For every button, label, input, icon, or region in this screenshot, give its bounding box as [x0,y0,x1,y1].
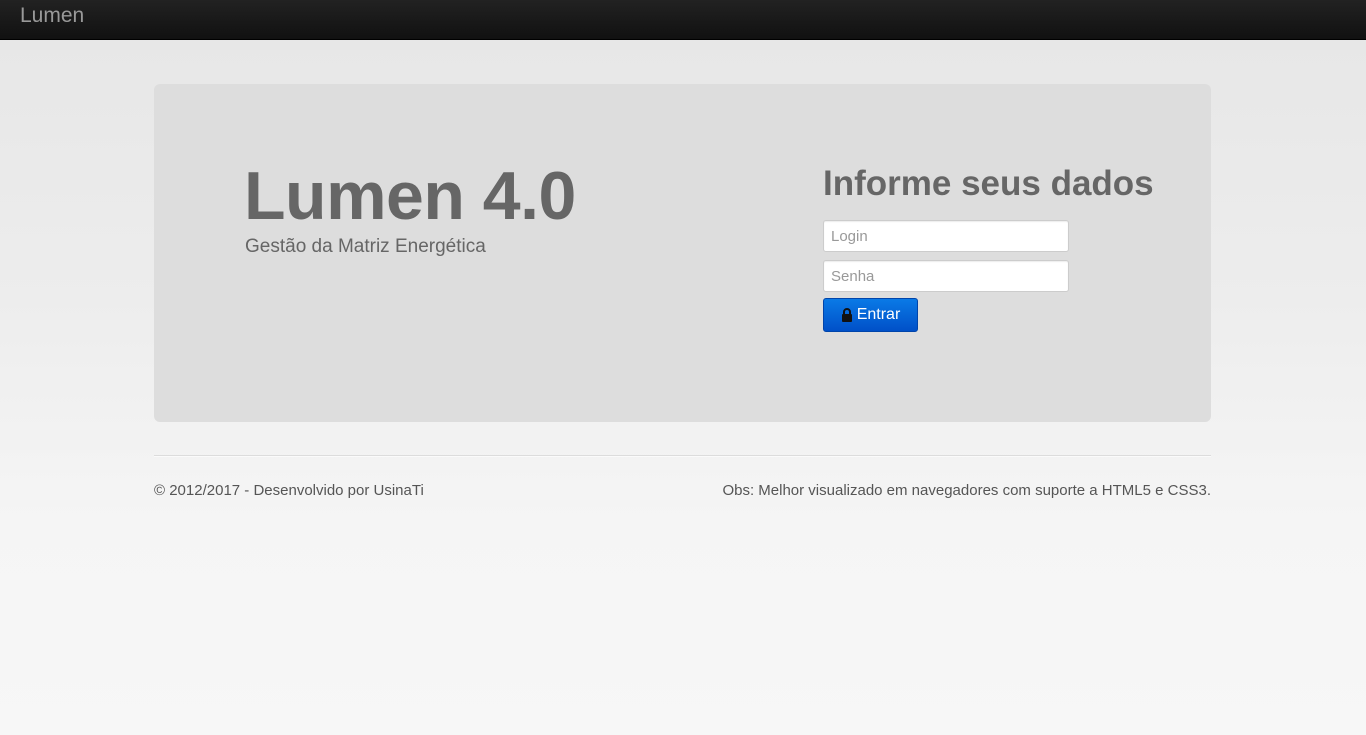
navbar-brand[interactable]: Lumen [20,4,84,28]
hero-title: Lumen 4.0 [244,158,576,234]
footer-divider [154,455,1211,457]
hero-panel: Lumen 4.0 Gestão da Matriz Energética In… [154,84,1211,422]
top-navbar: Lumen [0,0,1366,40]
footer-copyright: © 2012/2017 - Desenvolvido por UsinaTi [154,482,424,499]
lock-icon [841,308,853,322]
login-input[interactable] [823,220,1069,252]
password-input[interactable] [823,260,1069,292]
footer-browser-note: Obs: Melhor visualizado em navegadores c… [722,482,1211,499]
hero-subtitle: Gestão da Matriz Energética [245,236,486,257]
login-form-title: Informe seus dados [823,164,1154,203]
login-submit-label: Entrar [856,306,901,323]
login-submit-button[interactable]: Entrar [823,298,918,332]
